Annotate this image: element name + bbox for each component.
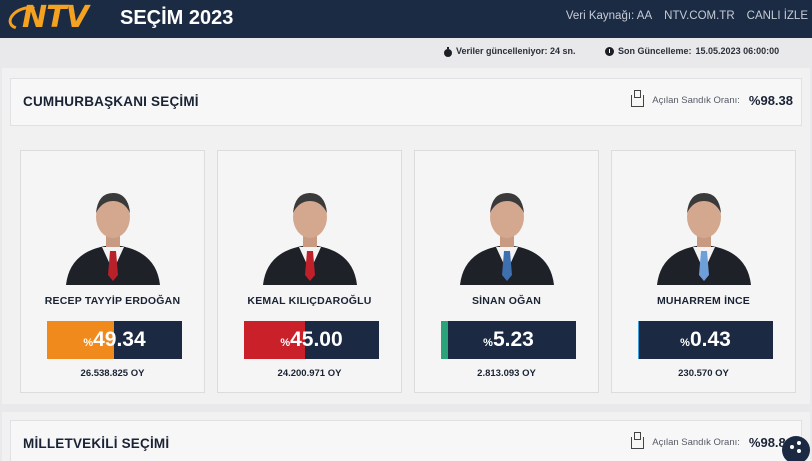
candidate-card[interactable]: SİNAN OĞAN % 5.23 2.813.093 OY: [414, 150, 599, 393]
presidential-ballot-rate: Açılan Sandık Oranı: %98.38: [631, 89, 793, 108]
percent-value: 5.23: [492, 328, 534, 351]
percent-value: 0.43: [689, 328, 731, 351]
vote-share-bar: % 49.34: [47, 321, 182, 359]
candidate-name: RECEP TAYYİP ERDOĞAN: [44, 295, 181, 307]
refresh-status: Veriler güncelleniyor: 24 sn.: [444, 46, 576, 57]
presidential-header: CUMHURBAŞKANI SEÇİMİ Açılan Sandık Oranı…: [10, 78, 802, 126]
candidate-portrait: [459, 193, 554, 285]
data-source-link[interactable]: Veri Kaynağı: AA: [566, 10, 652, 22]
candidate-portrait: [262, 193, 357, 285]
top-navigation-bar: NTV SEÇİM 2023 Veri Kaynağı: AA NTV.COM.…: [0, 0, 812, 38]
candidate-card[interactable]: RECEP TAYYİP ERDOĞAN % 49.34 26.538.825 …: [20, 150, 205, 393]
ntv-logo[interactable]: NTV: [5, 0, 108, 35]
ballot-rate-label: Açılan Sandık Oranı:: [652, 437, 740, 448]
last-update-label: Son Güncelleme:: [618, 46, 692, 56]
parliamentary-header: MİLLETVEKİLİ SEÇİMİ Açılan Sandık Oranı:…: [10, 420, 802, 461]
share-icon[interactable]: [782, 436, 810, 461]
refresh-text: Veriler güncelleniyor: 24 sn.: [456, 46, 576, 56]
vote-count: 2.813.093 OY: [477, 368, 536, 379]
percent-value: 49.34: [93, 328, 146, 351]
vote-share-bar: % 5.23: [441, 321, 576, 359]
candidate-card[interactable]: MUHARREM İNCE % 0.43 230.570 OY: [611, 150, 796, 393]
vote-count: 26.538.825 OY: [80, 368, 145, 379]
ballot-box-icon: [631, 89, 645, 107]
parliamentary-panel: MİLLETVEKİLİ SEÇİMİ Açılan Sandık Oranı:…: [2, 412, 810, 461]
status-bar: Veriler güncelleniyor: 24 sn. Son Güncel…: [0, 38, 812, 66]
candidate-name: SİNAN OĞAN: [471, 295, 542, 307]
vote-share-text: % 45.00: [244, 321, 379, 359]
last-update-status: Son Güncelleme: 15.05.2023 06:00:00: [605, 46, 779, 56]
vote-count: 24.200.971 OY: [277, 368, 342, 379]
live-watch-link[interactable]: CANLI İZLE: [747, 10, 808, 22]
candidate-name: KEMAL KILIÇDAROĞLU: [247, 295, 372, 307]
vote-share-text: % 0.43: [638, 321, 773, 359]
percent-sign: %: [680, 337, 690, 349]
vote-count: 230.570 OY: [678, 368, 729, 379]
ballot-rate-value: %98.38: [748, 93, 793, 108]
percent-value: 45.00: [290, 328, 343, 351]
presidential-panel: CUMHURBAŞKANI SEÇİMİ Açılan Sandık Oranı…: [2, 68, 810, 404]
vote-share-bar: % 45.00: [244, 321, 379, 359]
ballot-box-icon: [631, 431, 645, 449]
candidate-portrait: [65, 193, 160, 285]
candidate-portrait: [656, 193, 751, 285]
vote-share-bar: % 0.43: [638, 321, 773, 359]
percent-sign: %: [280, 337, 291, 349]
ntv-site-link[interactable]: NTV.COM.TR: [664, 10, 735, 22]
parliamentary-title: MİLLETVEKİLİ SEÇİMİ: [23, 436, 170, 451]
percent-sign: %: [83, 337, 94, 349]
clock-icon: [605, 46, 614, 56]
candidate-card[interactable]: KEMAL KILIÇDAROĞLU % 45.00 24.200.971 OY: [217, 150, 402, 393]
presidential-title: CUMHURBAŞKANI SEÇİMİ: [23, 94, 199, 109]
app-title: SEÇİM 2023: [120, 7, 234, 29]
header-links: Veri Kaynağı: AA NTV.COM.TR CANLI İZLE: [566, 10, 808, 22]
ballot-rate-label: Açılan Sandık Oranı:: [652, 95, 740, 106]
percent-sign: %: [483, 337, 493, 349]
timer-icon: [444, 46, 452, 57]
candidate-name: MUHARREM İNCE: [656, 295, 750, 307]
parliamentary-ballot-rate: Açılan Sandık Oranı: %98.84: [631, 431, 793, 450]
vote-share-text: % 5.23: [441, 321, 576, 359]
vote-share-text: % 49.34: [47, 321, 182, 359]
logo-text: NTV: [22, 0, 89, 35]
last-update-value: 15.05.2023 06:00:00: [695, 46, 780, 56]
